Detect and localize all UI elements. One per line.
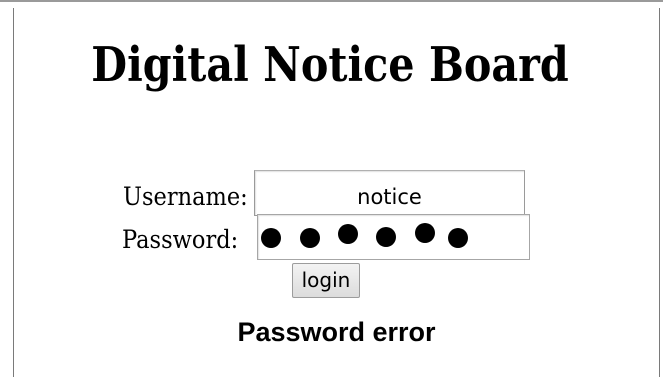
password-label: Password: xyxy=(122,225,239,254)
password-dot xyxy=(338,224,358,244)
login-button[interactable]: login xyxy=(292,263,360,298)
password-mask xyxy=(258,215,529,259)
right-border xyxy=(659,8,660,377)
password-dot xyxy=(261,228,281,248)
password-dot xyxy=(415,223,435,243)
password-dot xyxy=(300,228,320,248)
password-dot xyxy=(448,228,468,248)
username-field[interactable]: notice xyxy=(254,170,525,216)
error-message: Password error xyxy=(237,317,436,347)
password-field[interactable] xyxy=(257,214,530,260)
password-dot xyxy=(376,227,396,247)
page-title: Digital Notice Board xyxy=(91,37,569,93)
username-label: Username: xyxy=(123,182,248,211)
